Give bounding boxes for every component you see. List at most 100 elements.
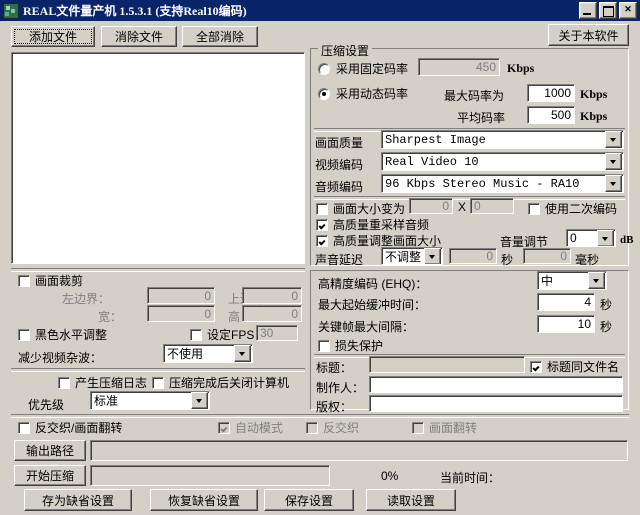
chevron-down-icon[interactable] [191, 392, 208, 409]
deinterlace-flip-checkbox[interactable]: 反交织/画面翻转 [18, 419, 122, 436]
priority-value: 标准 [94, 394, 119, 408]
two-pass-checkbox[interactable]: 使用二次编码 [528, 200, 617, 217]
loss-protect-box [318, 339, 330, 352]
auto-mode-checkbox: 自动模式 [218, 419, 283, 436]
resize-label: 画面大小变为 [333, 202, 406, 216]
shutdown-after-checkbox[interactable]: 压缩完成后关闭计算机 [152, 374, 289, 391]
volume-dropdown[interactable]: 0 [566, 229, 616, 247]
resize-width-input[interactable]: 0 [409, 198, 453, 214]
sound-delay-sec-input[interactable]: 0 [449, 248, 497, 264]
deinterlace-flip-box [18, 421, 30, 434]
resize-x-label: X [458, 200, 467, 214]
restore-default-label: 恢复缺省设置 [167, 493, 240, 508]
deinterlace-checkbox: 反交织 [306, 419, 359, 436]
buffer-time-input[interactable]: 4 [537, 293, 595, 311]
priority-label: 优先级 [28, 398, 65, 412]
remove-file-button[interactable]: 消除文件 [101, 26, 177, 47]
output-path-button[interactable]: 输出路径 [14, 440, 86, 461]
chevron-down-icon[interactable] [234, 345, 251, 362]
load-settings-button[interactable]: 读取设置 [366, 489, 456, 511]
video-codec-value: Real Video 10 [385, 154, 479, 169]
set-fps-checkbox[interactable]: 设定FPS [190, 326, 254, 343]
cbr-input[interactable]: 450 [418, 58, 500, 76]
make-log-checkbox[interactable]: 产生压缩日志 [58, 374, 147, 391]
quality-label: 画面质量 [315, 136, 364, 150]
output-path-input[interactable] [90, 440, 628, 461]
save-as-default-button[interactable]: 存为缺省设置 [24, 489, 132, 511]
deinterlace-box [306, 421, 318, 434]
restore-default-button[interactable]: 恢复缺省设置 [150, 489, 258, 511]
sound-delay-ms-input[interactable]: 0 [523, 248, 571, 264]
title-same-as-filename-label: 标题同文件名 [547, 360, 620, 374]
keyframe-input[interactable]: 10 [537, 315, 595, 333]
avg-rate-input[interactable]: 500 [527, 106, 575, 124]
about-button[interactable]: 关于本软件 [548, 24, 629, 46]
keyframe-unit: 秒 [600, 320, 613, 334]
volume-value: 0 [570, 231, 577, 245]
sound-delay-ms-unit: 毫秒 [575, 253, 600, 267]
ehq-value: 中 [541, 274, 554, 288]
current-time-label: 当前时间： [440, 471, 501, 485]
black-level-label: 黑色水平调整 [35, 328, 108, 342]
meta-copyright-input[interactable] [369, 395, 623, 412]
meta-title-input[interactable] [369, 356, 525, 373]
audio-codec-label: 音频编码 [315, 180, 364, 194]
video-codec-dropdown[interactable]: Real Video 10 [381, 152, 624, 171]
loss-protect-checkbox[interactable]: 损失保护 [318, 337, 383, 354]
sound-delay-dropdown[interactable]: 不调整 [381, 247, 443, 265]
remove-file-label: 消除文件 [114, 30, 163, 44]
priority-dropdown[interactable]: 标准 [90, 391, 210, 410]
resize-height-input[interactable]: 0 [470, 198, 514, 214]
cbr-radio[interactable]: 采用固定码率 [318, 60, 408, 77]
window-title: REAL文件量产机 1.5.3.1 (支持Real10编码) [23, 4, 247, 18]
hq-resize-box [316, 234, 328, 247]
start-compress-button[interactable]: 开始压缩 [14, 465, 86, 486]
deinterlace-flip-label: 反交织/画面翻转 [35, 421, 123, 435]
crop-width-input[interactable]: 0 [147, 305, 215, 322]
vbr-radio[interactable]: 采用动态码率 [318, 85, 408, 102]
hq-resample-checkbox[interactable]: 高质量重采样音频 [316, 216, 429, 233]
meta-author-input[interactable] [369, 376, 623, 393]
crop-enable-checkbox[interactable]: 画面裁剪 [18, 272, 83, 289]
chevron-down-icon[interactable] [588, 272, 605, 289]
chevron-down-icon[interactable] [605, 153, 622, 170]
crop-height-input[interactable]: 0 [242, 305, 302, 322]
fps-input[interactable]: 30 [256, 325, 298, 341]
title-bar: REAL文件量产机 1.5.3.1 (支持Real10编码) ✕ [0, 0, 640, 21]
title-same-as-filename-checkbox[interactable]: 标题同文件名 [530, 358, 619, 375]
meta-copyright-label: 版权： [316, 400, 353, 414]
hq-resample-label: 高质量重采样音频 [333, 218, 430, 232]
set-fps-box [190, 328, 202, 341]
crop-left-input[interactable]: 0 [147, 287, 215, 304]
maximize-button[interactable] [599, 2, 617, 19]
deinterlace-label: 反交织 [323, 421, 360, 435]
remove-all-button[interactable]: 全部消除 [182, 26, 258, 47]
black-level-checkbox[interactable]: 黑色水平调整 [18, 326, 107, 343]
chevron-down-icon[interactable] [605, 131, 622, 148]
ehq-dropdown[interactable]: 中 [537, 271, 607, 290]
file-list[interactable] [11, 52, 305, 264]
noise-reduction-dropdown[interactable]: 不使用 [163, 344, 253, 363]
chevron-down-icon[interactable] [424, 248, 441, 264]
shutdown-after-box [152, 376, 164, 389]
save-settings-button[interactable]: 保存设置 [264, 489, 354, 511]
resize-box [316, 202, 328, 215]
ehq-label: 高精度编码 (EHQ)： [318, 277, 428, 291]
chevron-down-icon[interactable] [605, 175, 622, 192]
chevron-down-icon[interactable] [597, 230, 614, 246]
start-compress-label: 开始压缩 [25, 469, 74, 483]
quality-dropdown[interactable]: Sharpest Image [381, 130, 624, 149]
resize-checkbox[interactable]: 画面大小变为 [316, 200, 405, 217]
add-file-button[interactable]: 添加文件 [11, 26, 95, 47]
crop-top-input[interactable]: 0 [242, 287, 302, 304]
audio-codec-dropdown[interactable]: 96 Kbps Stereo Music - RA10 [381, 174, 624, 193]
two-pass-box [528, 202, 540, 215]
meta-title-label: 标题： [316, 361, 353, 375]
max-rate-input[interactable]: 1000 [527, 84, 575, 102]
about-label: 关于本软件 [558, 28, 619, 43]
hq-resample-box [316, 218, 328, 231]
close-button[interactable]: ✕ [619, 2, 637, 19]
load-settings-label: 读取设置 [386, 493, 435, 508]
minimize-button[interactable] [579, 2, 597, 19]
title-same-as-filename-box [530, 360, 542, 373]
